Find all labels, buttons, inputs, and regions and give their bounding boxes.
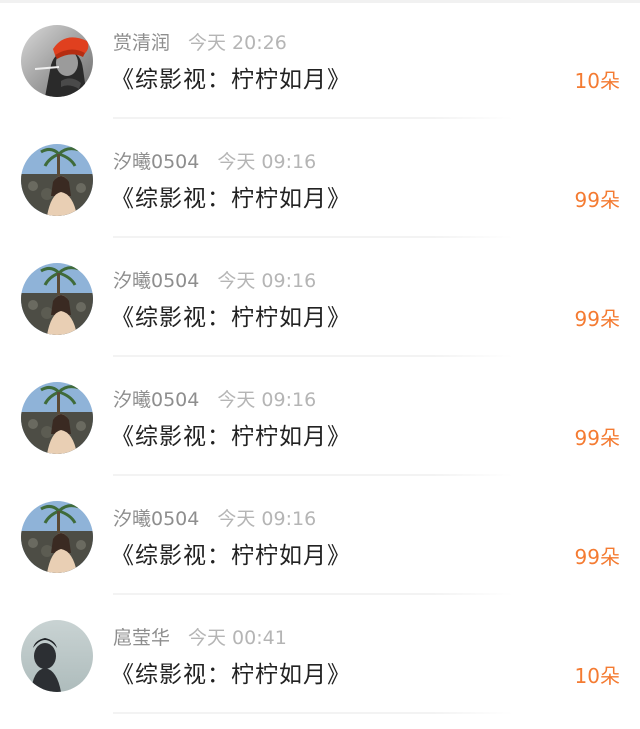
gift-list-item[interactable]: 汐曦0504 今天 09:16 《综影视：柠柠如月》 99朵 [0,238,640,357]
gift-list-item[interactable]: 汐曦0504 今天 09:16 《综影视：柠柠如月》 99朵 [0,357,640,476]
avatar-silhouette-icon[interactable] [21,620,93,692]
sender-name[interactable]: 赏清润 [113,32,170,54]
gift-message: 《综影视：柠柠如月》 [111,186,351,212]
flower-count: 99朵 [574,307,620,331]
gift-list-item[interactable]: 汐曦0504 今天 09:16 《综影视：柠柠如月》 99朵 [0,476,640,595]
flower-count: 99朵 [574,426,620,450]
gift-message: 《综影视：柠柠如月》 [111,424,351,450]
gift-message: 《综影视：柠柠如月》 [111,662,351,688]
avatar-woman-palm-tree-icon[interactable] [21,501,93,573]
send-time: 今天 20:26 [188,32,287,54]
sender-meta: 汐曦0504 今天 09:16 [113,150,316,174]
sender-name[interactable]: 汐曦0504 [113,508,199,530]
gift-list-item[interactable]: 赏清润 今天 20:26 《综影视：柠柠如月》 10朵 [0,0,640,119]
sender-name[interactable]: 汐曦0504 [113,151,199,173]
flower-count: 10朵 [574,69,620,93]
sender-meta: 汐曦0504 今天 09:16 [113,388,316,412]
gift-message: 《综影视：柠柠如月》 [111,543,351,569]
flower-count: 99朵 [574,188,620,212]
sender-meta: 赏清润 今天 20:26 [113,31,287,55]
gift-message: 《综影视：柠柠如月》 [111,67,351,93]
send-time: 今天 09:16 [217,389,317,411]
send-time: 今天 09:16 [217,151,317,173]
sender-meta: 扈莹华 今天 00:41 [113,626,287,650]
send-time: 今天 09:16 [217,270,317,292]
sender-meta: 汐曦0504 今天 09:16 [113,269,316,293]
avatar-woman-palm-tree-icon[interactable] [21,263,93,335]
sender-name[interactable]: 汐曦0504 [113,389,199,411]
send-time: 今天 00:41 [188,627,287,649]
send-time: 今天 09:16 [217,508,317,530]
sender-meta: 汐曦0504 今天 09:16 [113,507,316,531]
sender-name[interactable]: 扈莹华 [113,627,170,649]
flower-count: 10朵 [574,664,620,688]
avatar-woman-palm-tree-icon[interactable] [21,144,93,216]
flower-count: 99朵 [574,545,620,569]
gift-list-item[interactable]: 汐曦0504 今天 09:16 《综影视：柠柠如月》 99朵 [0,119,640,238]
sender-name[interactable]: 汐曦0504 [113,270,199,292]
gift-list-item[interactable]: 扈莹华 今天 00:41 《综影视：柠柠如月》 10朵 [0,595,640,714]
row-divider [113,712,513,714]
avatar-woman-red-hat-icon[interactable] [21,25,93,97]
gift-message: 《综影视：柠柠如月》 [111,305,351,331]
avatar-woman-palm-tree-icon[interactable] [21,382,93,454]
